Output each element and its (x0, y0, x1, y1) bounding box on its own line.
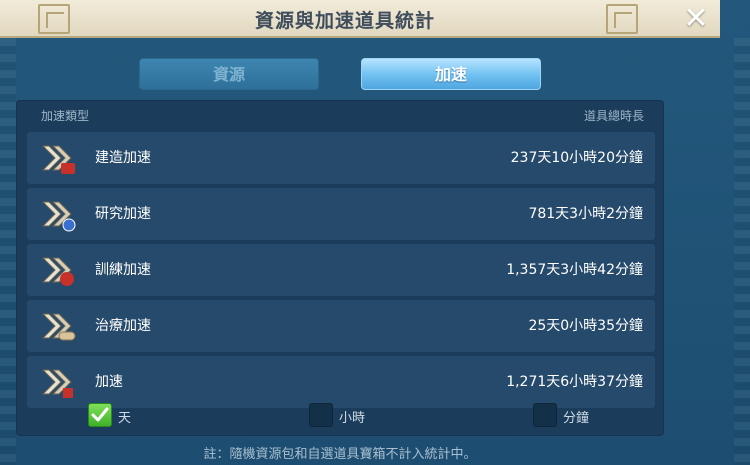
row-value: 781天3小時2分鐘 (528, 206, 643, 222)
checkbox-hours[interactable] (309, 403, 333, 427)
dialog-title: 資源與加速道具統計 (254, 10, 435, 32)
column-header-duration: 道具總時長 (583, 109, 644, 123)
row-label: 治療加速 (95, 318, 151, 334)
table-row: 加速 1,271天6小時37分鐘 (27, 356, 655, 408)
row-value: 1,357天3小時42分鐘 (506, 262, 643, 278)
row-value: 1,271天6小時37分鐘 (506, 374, 643, 390)
unit-label-minutes: 分鐘 (563, 411, 590, 426)
training-speedup-icon (41, 257, 74, 286)
checkmark-icon (91, 407, 109, 422)
left-border-pattern (0, 38, 16, 465)
row-label: 研究加速 (95, 206, 151, 222)
tab-speedups[interactable]: 加速 (361, 58, 541, 90)
close-button[interactable]: ✕ (678, 2, 714, 36)
unit-label-hours: 小時 (339, 411, 366, 426)
table-row: 建造加速 237天10小時20分鐘 (27, 132, 655, 184)
table-row: 研究加速 781天3小時2分鐘 (27, 188, 655, 240)
title-bar: 資源與加速道具統計 (0, 0, 720, 38)
row-label: 建造加速 (95, 150, 151, 166)
checkbox-minutes[interactable] (533, 403, 557, 427)
tab-resources[interactable]: 資源 (139, 58, 319, 90)
row-value: 25天0小時35分鐘 (528, 318, 643, 334)
table-row: 治療加速 25天0小時35分鐘 (27, 300, 655, 352)
healing-speedup-icon (41, 313, 76, 341)
column-header-type: 加速類型 (41, 109, 90, 123)
row-label: 訓練加速 (95, 262, 151, 278)
research-speedup-icon (41, 201, 76, 232)
table-row: 訓練加速 1,357天3小時42分鐘 (27, 244, 655, 296)
unit-label-days: 天 (118, 411, 132, 426)
row-value: 237天10小時20分鐘 (510, 150, 643, 166)
right-border-pattern (734, 38, 750, 465)
row-label: 加速 (95, 374, 123, 390)
universal-speedup-icon (41, 369, 73, 398)
building-speedup-icon (41, 145, 75, 174)
footnote: 註：隨機資源包和自選道具寶箱不計入統計中。 (203, 447, 477, 462)
checkbox-days[interactable] (88, 403, 112, 427)
